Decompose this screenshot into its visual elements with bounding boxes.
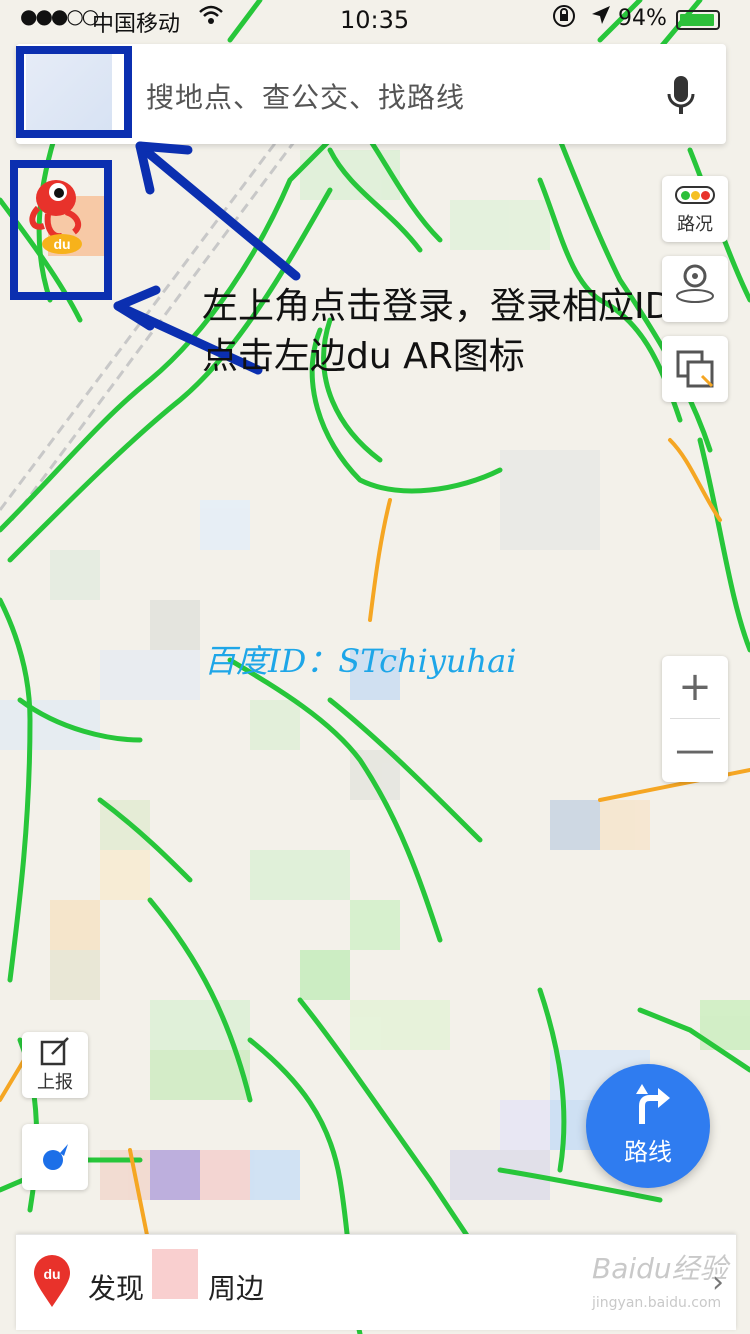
report-label: 上报 — [37, 1072, 73, 1093]
blurred-region — [152, 1249, 198, 1299]
report-button[interactable]: 上报 — [22, 1032, 88, 1098]
route-label: 路线 — [624, 1138, 672, 1166]
arrow-to-avatar — [135, 141, 301, 281]
annotation-line-2: 点击左边du AR图标 — [202, 336, 525, 377]
traffic-label: 路况 — [677, 214, 713, 235]
layers-icon — [676, 350, 714, 388]
edit-icon — [40, 1037, 69, 1066]
zoom-in-button[interactable]: + — [662, 656, 728, 718]
zoom-divider — [670, 718, 720, 719]
nearby-label[interactable]: 周边 — [208, 1267, 264, 1307]
author-watermark: 百度ID：STchiyuhai — [204, 642, 517, 680]
annotation-text: 左上角点击登录，登录相应ID 点击左边du AR图标 — [202, 282, 672, 382]
bottom-bar: du 发现 周边 Baidu经验 jingyan.baidu.com › — [16, 1234, 736, 1330]
du-pin-icon[interactable]: du — [32, 1253, 72, 1309]
traffic-light-icon — [675, 186, 715, 204]
du-pin-label: du — [43, 1266, 60, 1282]
baidu-jingyan-url: jingyan.baidu.com — [592, 1295, 722, 1311]
location-pin-icon — [676, 264, 714, 303]
zoom-control: + — — [662, 656, 728, 782]
discover-label[interactable]: 发现 — [88, 1267, 144, 1307]
baidu-jingyan-watermark: Baidu经验 — [592, 1252, 728, 1285]
compass-icon — [43, 1144, 68, 1170]
layers-button[interactable] — [662, 336, 728, 402]
panorama-button[interactable] — [662, 256, 728, 322]
my-location-button[interactable] — [22, 1124, 88, 1190]
route-button[interactable]: 路线 — [586, 1064, 710, 1188]
annotation-line-1: 左上角点击登录，登录相应ID — [202, 286, 673, 327]
traffic-button[interactable]: 路况 — [662, 176, 728, 242]
route-arrow-icon — [636, 1084, 670, 1124]
zoom-out-button[interactable]: — — [662, 720, 728, 782]
chevron-right-icon[interactable]: › — [712, 1265, 724, 1300]
